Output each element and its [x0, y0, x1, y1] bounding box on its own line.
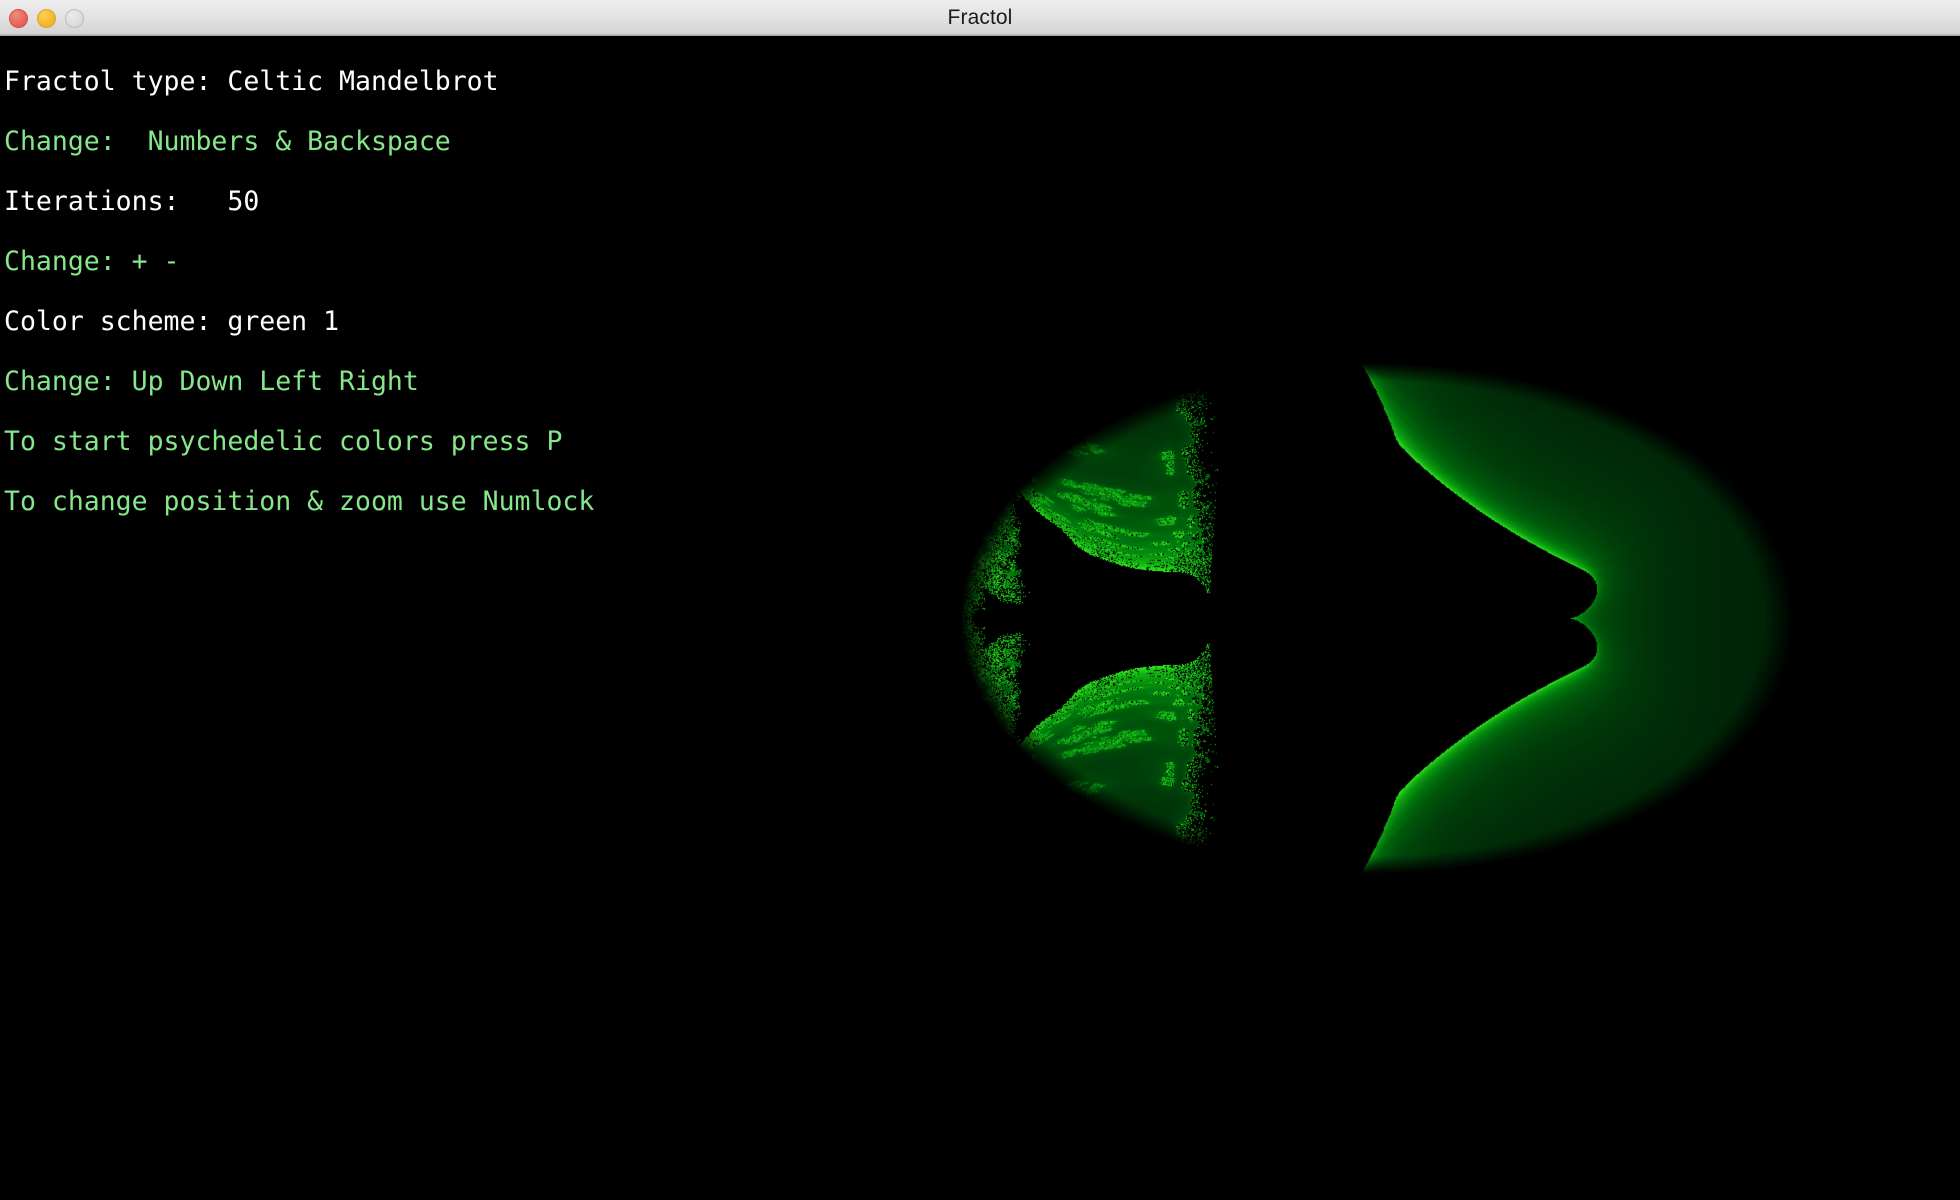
color-scheme-hint-line: Change: Up Down Left Right — [4, 352, 782, 412]
position-zoom-hint-line: To change position & zoom use Numlock — [4, 472, 782, 532]
fractal-type-line: Fractol type: Celtic Mandelbrot — [4, 52, 782, 112]
iterations-line: Iterations: 50 — [4, 172, 782, 232]
close-traffic-light-icon[interactable] — [9, 9, 28, 28]
info-panel: Fractol type: Celtic Mandelbrot Change: … — [0, 36, 782, 1200]
window-title: Fractol — [0, 6, 1960, 30]
iterations-hint-line: Change: + - — [4, 232, 782, 292]
fractal-type-hint-line: Change: Numbers & Backspace — [4, 112, 782, 172]
psychedelic-hint-line: To start psychedelic colors press P — [4, 412, 782, 472]
fractal-render-panel[interactable] — [782, 36, 1960, 1200]
color-scheme-line: Color scheme: green 1 — [4, 292, 782, 352]
zoom-traffic-light-icon — [65, 9, 84, 28]
celtic-mandelbrot-canvas[interactable] — [782, 36, 1960, 1200]
minimize-traffic-light-icon[interactable] — [37, 9, 56, 28]
window-titlebar[interactable]: Fractol — [0, 0, 1960, 36]
fractol-window: Fractol Fractol type: Celtic Mandelbrot … — [0, 0, 1960, 1200]
window-controls — [9, 0, 84, 36]
window-content: Fractol type: Celtic Mandelbrot Change: … — [0, 36, 1960, 1200]
